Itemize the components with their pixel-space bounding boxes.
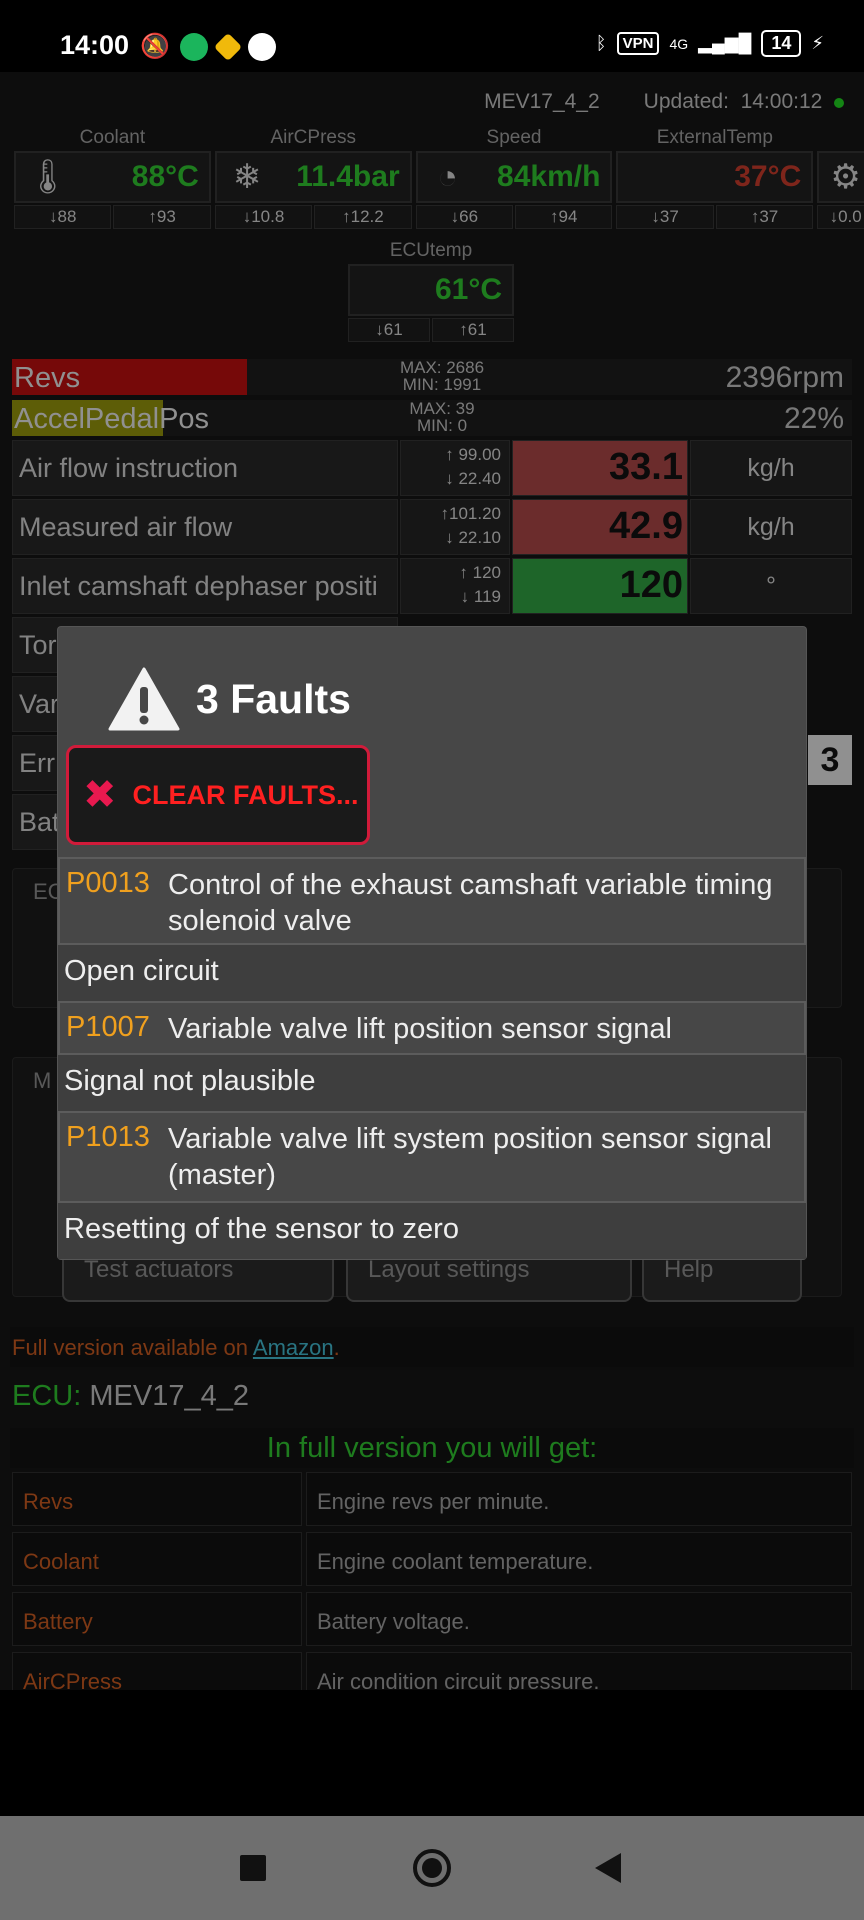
- status-bar: 14:00 🔕 ᛒ VPN 4G ▂▄▆█ 14 ⚡: [0, 0, 864, 72]
- shield-icon: [247, 32, 276, 61]
- clock: 14:00: [60, 30, 130, 60]
- fault-item[interactable]: P1013 Variable valve lift system positio…: [58, 1111, 806, 1203]
- faults-dialog: 3 Faults ✖ CLEAR FAULTS... P0013 Control…: [58, 627, 806, 1259]
- fault-status: Signal not plausible: [58, 1055, 806, 1111]
- bluetooth-icon: ᛒ: [595, 33, 607, 53]
- charging-icon: ⚡: [811, 33, 824, 53]
- fault-status: Open circuit: [58, 945, 806, 1001]
- fault-status: Resetting of the sensor to zero: [58, 1203, 806, 1259]
- warning-icon: [108, 667, 180, 731]
- binance-icon: [213, 32, 243, 61]
- fault-description: Variable valve lift system position sens…: [168, 1123, 772, 1191]
- home-icon[interactable]: [413, 1849, 451, 1887]
- network-type: 4G: [669, 35, 689, 52]
- fault-code: P1013: [66, 1121, 150, 1153]
- vpn-badge: VPN: [616, 32, 660, 55]
- fault-code: P0013: [66, 867, 150, 899]
- notifications-off-icon: 🔕: [140, 33, 170, 60]
- fault-item[interactable]: P0013 Control of the exhaust camshaft va…: [58, 857, 806, 945]
- app-icon-green: [179, 32, 208, 61]
- back-icon[interactable]: [595, 1853, 621, 1883]
- battery-level: 14: [761, 30, 802, 57]
- dialog-title: 3 Faults: [196, 675, 351, 722]
- fault-description: Control of the exhaust camshaft variable…: [168, 869, 773, 937]
- signal-icon: ▂▄▆█: [698, 33, 752, 53]
- fault-code: P1007: [66, 1011, 150, 1043]
- clear-faults-label: CLEAR FAULTS...: [132, 779, 359, 810]
- fault-description: Variable valve lift position sensor sign…: [168, 1013, 673, 1045]
- close-icon: ✖: [83, 773, 117, 817]
- recents-icon[interactable]: [240, 1855, 266, 1881]
- fault-item[interactable]: P1007 Variable valve lift position senso…: [58, 1001, 806, 1055]
- clear-faults-button[interactable]: ✖ CLEAR FAULTS...: [66, 745, 370, 845]
- navigation-bar: [0, 1816, 864, 1920]
